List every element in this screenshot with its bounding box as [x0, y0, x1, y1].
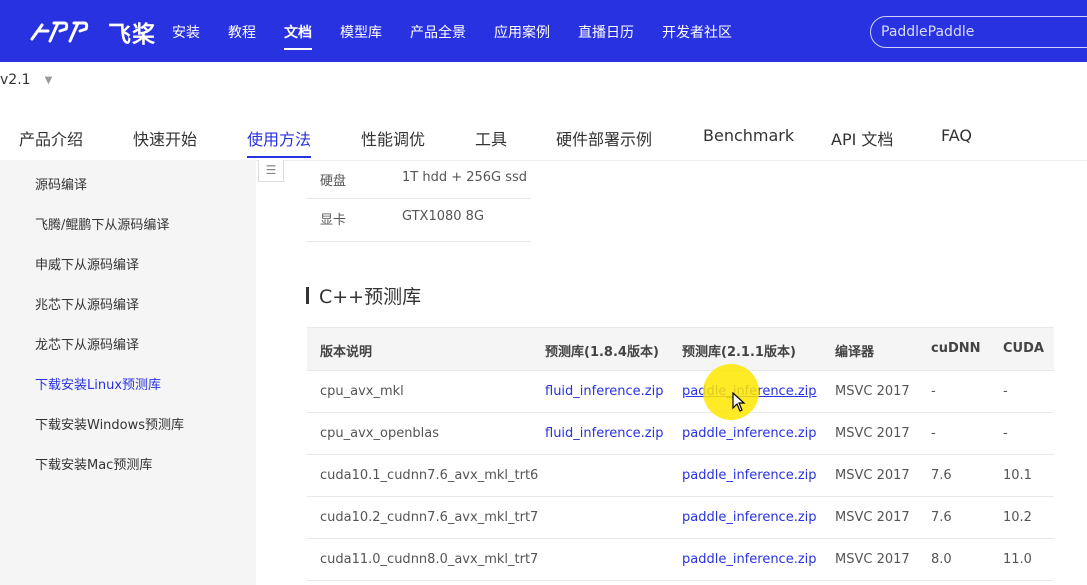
version-desc: cuda11.0_cudnn8.0_avx_mkl_trt7 [320, 552, 539, 567]
hw-key: 硬盘 [320, 174, 347, 189]
nav-tutorial[interactable]: 教程 [228, 0, 256, 62]
table-row: 硬盘 1T hdd + 256G ssd [307, 160, 531, 199]
title-bar-decoration [306, 287, 309, 304]
tab-tools[interactable]: 工具 [475, 126, 507, 150]
section-title-text: C++预测库 [319, 286, 422, 308]
version-desc: cuda10.1_cudnn7.6_avx_mkl_trt6 [320, 468, 539, 483]
cudnn-version: 7.6 [931, 510, 952, 525]
search-input-value: PaddlePaddle [881, 24, 975, 40]
table-row: cpu_avx_mkl fluid_inference.zip paddle_i… [307, 371, 1054, 413]
nav-models[interactable]: 模型库 [340, 0, 382, 62]
chevron-down-icon: ▼ [44, 74, 53, 86]
cudnn-version: - [931, 384, 936, 399]
compiler: MSVC 2017 [835, 426, 910, 441]
cudnn-version: 7.6 [931, 468, 952, 483]
table-row: cuda11.0_cudnn8.0_avx_mkl_trt7 paddle_in… [307, 539, 1054, 581]
tab-api-docs[interactable]: API 文档 [831, 126, 893, 150]
tab-hardware-examples[interactable]: 硬件部署示例 [556, 126, 652, 150]
paddle-logo-icon [30, 21, 89, 43]
tab-benchmark[interactable]: Benchmark [703, 126, 794, 145]
section-title: C++预测库 [306, 282, 421, 309]
nav-install[interactable]: 安装 [172, 0, 200, 62]
hw-value: GTX1080 8G [402, 209, 485, 224]
cudnn-version: - [931, 426, 936, 441]
logo-text: 飞桨 [108, 22, 156, 48]
active-tab-indicator [247, 156, 311, 158]
download-link-211[interactable]: paddle_inference.zip [682, 468, 817, 483]
version-selector[interactable]: v2.1 ▼ [0, 72, 52, 88]
column-header: 预测库(1.8.4版本) [545, 345, 659, 360]
download-link-184[interactable]: fluid_inference.zip [545, 384, 663, 399]
menu-collapse-icon: ☰ [265, 163, 277, 177]
download-link-211[interactable]: paddle_inference.zip [682, 510, 817, 525]
cuda-version: 10.2 [1003, 510, 1032, 525]
cursor-highlight [703, 364, 759, 420]
cuda-version: - [1003, 384, 1008, 399]
hw-key: 显卡 [320, 213, 347, 228]
column-header: 编译器 [835, 345, 875, 360]
tab-performance[interactable]: 性能调优 [361, 126, 425, 150]
paddle-logo[interactable]: 飞桨 [28, 12, 156, 52]
doc-subnav: 产品介绍 快速开始 使用方法 性能调优 工具 硬件部署示例 Benchmark … [0, 112, 1087, 161]
download-link-211[interactable]: paddle_inference.zip [682, 552, 817, 567]
cuda-version: - [1003, 426, 1008, 441]
compiler: MSVC 2017 [835, 468, 910, 483]
hardware-table: 硬盘 1T hdd + 256G ssd 显卡 GTX1080 8G [307, 160, 531, 242]
download-link-184[interactable]: fluid_inference.zip [545, 426, 663, 441]
collapse-sidebar-button[interactable]: ☰ [258, 160, 284, 182]
nav-products[interactable]: 产品全景 [410, 0, 466, 62]
download-link-211[interactable]: paddle_inference.zip [682, 426, 817, 441]
cudnn-version: 8.0 [931, 552, 952, 567]
compiler: MSVC 2017 [835, 510, 910, 525]
sidebar-item-sunway[interactable]: 申威下从源码编译 [35, 254, 139, 273]
sidebar-item-phytium-kunpeng[interactable]: 飞腾/鲲鹏下从源码编译 [35, 214, 169, 233]
sidebar-item-windows-lib[interactable]: 下载安装Windows预测库 [35, 414, 184, 433]
sidebar-item-loongson[interactable]: 龙芯下从源码编译 [35, 334, 139, 353]
sidebar-item-source-build[interactable]: 源码编译 [35, 174, 87, 193]
nav-docs[interactable]: 文档 [284, 0, 312, 62]
table-header-row: 版本说明 预测库(1.8.4版本) 预测库(2.1.1版本) 编译器 cuDNN… [307, 327, 1054, 371]
table-row: cpu_avx_openblas fluid_inference.zip pad… [307, 413, 1054, 455]
version-label: v2.1 [0, 72, 31, 88]
column-header: 版本说明 [320, 345, 373, 360]
cuda-version: 10.1 [1003, 468, 1032, 483]
tab-faq[interactable]: FAQ [941, 126, 972, 145]
table-row: 显卡 GTX1080 8G [307, 199, 531, 242]
tab-quick-start[interactable]: 快速开始 [133, 126, 197, 150]
doc-sidebar: 源码编译 飞腾/鲲鹏下从源码编译 申威下从源码编译 兆芯下从源码编译 龙芯下从源… [0, 160, 256, 585]
inference-lib-table: 版本说明 预测库(1.8.4版本) 预测库(2.1.1版本) 编译器 cuDNN… [307, 327, 1054, 581]
sidebar-item-zhaoxin[interactable]: 兆芯下从源码编译 [35, 294, 139, 313]
compiler: MSVC 2017 [835, 552, 910, 567]
column-header: CUDA [1003, 341, 1044, 356]
mouse-cursor-icon [732, 392, 746, 412]
hw-value: 1T hdd + 256G ssd [402, 170, 528, 185]
cuda-version: 11.0 [1003, 552, 1032, 567]
version-desc: cuda10.2_cudnn7.6_avx_mkl_trt7 [320, 510, 539, 525]
table-row: cuda10.1_cudnn7.6_avx_mkl_trt6 paddle_in… [307, 455, 1054, 497]
tab-product-intro[interactable]: 产品介绍 [19, 126, 83, 150]
nav-cases[interactable]: 应用案例 [494, 0, 550, 62]
table-row: cuda10.2_cudnn7.6_avx_mkl_trt7 paddle_in… [307, 497, 1054, 539]
column-header: 预测库(2.1.1版本) [682, 345, 796, 360]
sidebar-item-mac-lib[interactable]: 下载安装Mac预测库 [35, 454, 152, 473]
nav-live-calendar[interactable]: 直播日历 [578, 0, 634, 62]
tab-usage[interactable]: 使用方法 [247, 126, 311, 150]
version-desc: cpu_avx_mkl [320, 384, 404, 399]
main-nav: 安装 教程 文档 模型库 产品全景 应用案例 直播日历 开发者社区 [172, 0, 760, 62]
compiler: MSVC 2017 [835, 384, 910, 399]
version-desc: cpu_avx_openblas [320, 426, 440, 441]
search-input[interactable]: PaddlePaddle [870, 16, 1087, 48]
sidebar-item-linux-lib[interactable]: 下载安装Linux预测库 [35, 374, 161, 393]
top-navbar: 飞桨 安装 教程 文档 模型库 产品全景 应用案例 直播日历 开发者社区 Pad… [0, 0, 1087, 62]
column-header: cuDNN [931, 341, 981, 356]
nav-community[interactable]: 开发者社区 [662, 0, 732, 62]
